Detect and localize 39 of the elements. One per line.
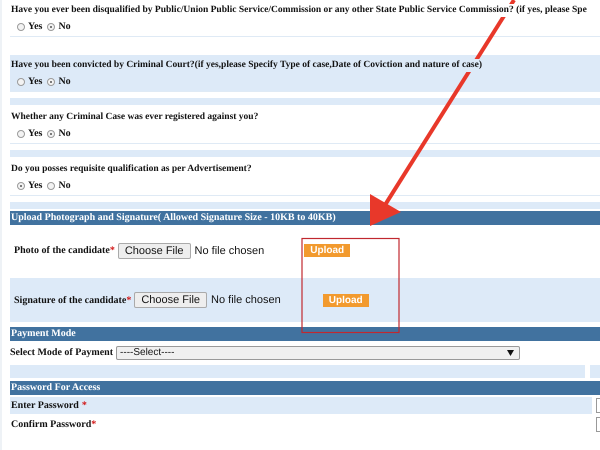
section-header: Upload Photograph and Signature( Allowed Signature Size - 10KB to 40KB) [10,211,600,225]
payment-select[interactable]: ----Select---- [116,346,520,360]
option-label: Yes [28,21,42,32]
radio-button[interactable] [17,78,25,86]
caret-icon [507,350,514,356]
radio-button[interactable] [17,130,25,138]
required-mark: * [82,400,87,411]
option-label: Yes [28,76,42,87]
option-label: No [58,180,71,191]
field-label: Select Mode of Payment [10,347,114,358]
option-label: No [58,21,71,32]
radio-button[interactable] [17,22,25,30]
field-label: Confirm Password [11,419,92,430]
question-text: Whether any Criminal Case was ever registered against you? [11,111,258,124]
field-label: Photo of the candidate [14,245,110,256]
required-mark: * [91,419,96,430]
radio-button[interactable] [47,130,56,138]
file-status: No file chosen [194,244,264,258]
radio-button[interactable] [17,182,25,190]
field-label: Signature of the candidate [14,294,126,306]
radio-button[interactable] [47,22,56,30]
question-text: Have you been convicted by Criminal Court?(if yes,please Specify Type of case,Date of Coviction and nature of case) [11,59,482,72]
question-text: Do you posses requisite qualification as per Advertisement? [11,163,252,176]
spacer-cell [590,365,600,378]
question-text: Have you ever been disqualified by Public/Union Public Service/Commission or any other State Public Service Commission? (if yes, please Spe [11,4,587,17]
option-label: No [58,128,71,139]
file-status: No file chosen [211,293,281,307]
option-label: No [58,76,71,87]
section-header: Password For Access [10,381,600,395]
option-label: Yes [28,128,42,139]
section-header: Payment Mode [10,327,600,341]
radio-button[interactable] [47,78,56,86]
required-mark: * [126,294,132,306]
field-label: Enter Password [11,400,79,411]
option-label: Yes [28,180,42,191]
choose-file-button[interactable]: Choose File [118,242,191,258]
choose-file-button[interactable]: Choose File [134,292,208,308]
radio-button[interactable] [47,182,56,190]
required-mark: * [110,245,115,256]
